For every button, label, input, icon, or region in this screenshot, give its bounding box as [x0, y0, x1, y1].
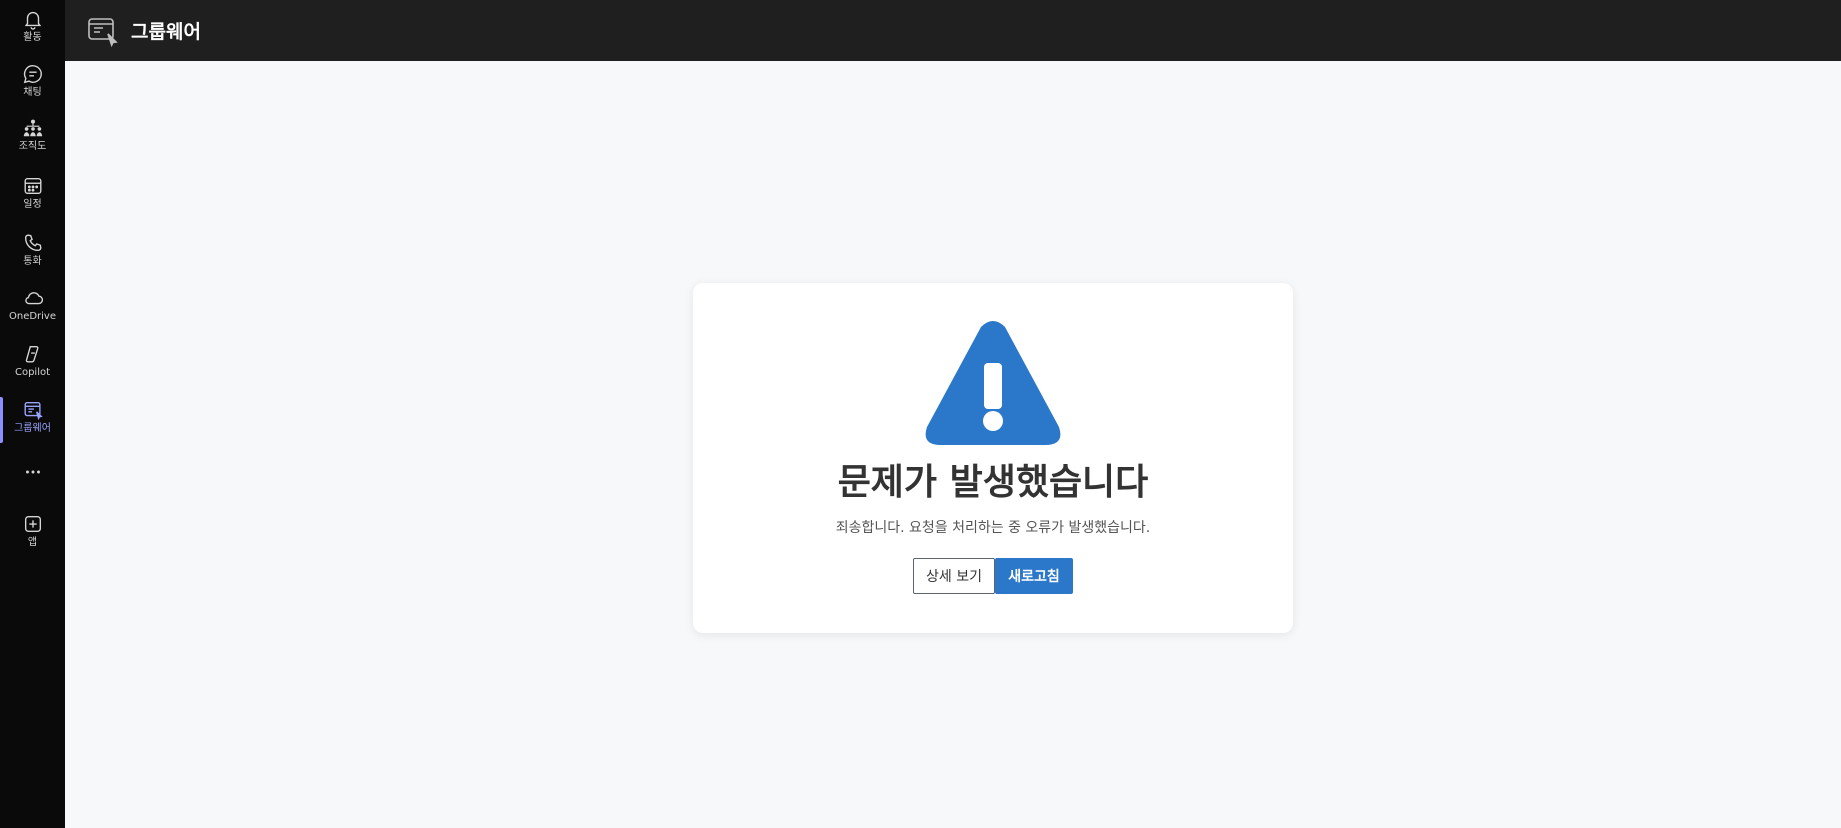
rail-item-onedrive[interactable]: OneDrive	[0, 281, 65, 335]
rail-item-label: 통화	[23, 256, 42, 267]
rail-item-label: 채팅	[23, 87, 42, 98]
rail-item-calls[interactable]: 통화	[0, 226, 65, 280]
more-icon	[25, 470, 40, 474]
rail-item-label: 활동	[23, 32, 42, 43]
copilot-icon	[25, 345, 38, 363]
rail-item-chat[interactable]: 채팅	[0, 57, 65, 111]
view-details-button[interactable]: 상세 보기	[913, 558, 995, 594]
rail-item-activity[interactable]: 활동	[0, 2, 65, 56]
error-title: 문제가 발생했습니다	[837, 462, 1149, 503]
error-message: 죄송합니다. 요청을 처리하는 중 오류가 발생했습니다.	[835, 520, 1151, 536]
app-title: 그룹웨어	[131, 21, 201, 43]
bell-icon	[24, 11, 41, 30]
rail-item-label: 조직도	[18, 141, 47, 152]
warning-icon	[925, 321, 1061, 445]
rail-item-more[interactable]	[0, 455, 65, 509]
error-actions: 상세 보기 새로고침	[693, 558, 1293, 594]
org-chart-icon	[23, 119, 42, 137]
rail-item-org-chart[interactable]: 조직도	[0, 111, 65, 165]
error-card: 문제가 발생했습니다 죄송합니다. 요청을 처리하는 중 오류가 발생했습니다.…	[693, 283, 1293, 633]
app-header: 그룹웨어	[65, 0, 1841, 61]
rail-item-copilot[interactable]: Copilot	[0, 337, 65, 391]
rail-item-label: 그룹웨어	[14, 423, 51, 434]
add-app-icon	[24, 515, 41, 533]
groupware-icon	[24, 401, 43, 421]
rail-item-apps[interactable]: 앱	[0, 507, 65, 561]
rail-item-label: Copilot	[14, 367, 51, 378]
chat-icon	[23, 65, 42, 84]
app-rail: 활동 채팅 조직도 일정 통화 OneDrive Copilot 그룹웨어 앱	[0, 0, 65, 828]
rail-item-label: 일정	[23, 199, 42, 210]
rail-item-label: OneDrive	[8, 311, 57, 322]
rail-item-groupware[interactable]: 그룹웨어	[0, 393, 65, 447]
rail-item-calendar[interactable]: 일정	[0, 169, 65, 223]
groupware-app-icon	[88, 17, 118, 47]
main-content: 문제가 발생했습니다 죄송합니다. 요청을 처리하는 중 오류가 발생했습니다.…	[65, 61, 1841, 828]
rail-item-label: 앱	[27, 537, 38, 548]
calendar-icon	[24, 177, 41, 195]
cloud-icon	[24, 292, 43, 305]
refresh-button[interactable]: 새로고침	[995, 558, 1073, 594]
phone-icon	[24, 234, 41, 252]
